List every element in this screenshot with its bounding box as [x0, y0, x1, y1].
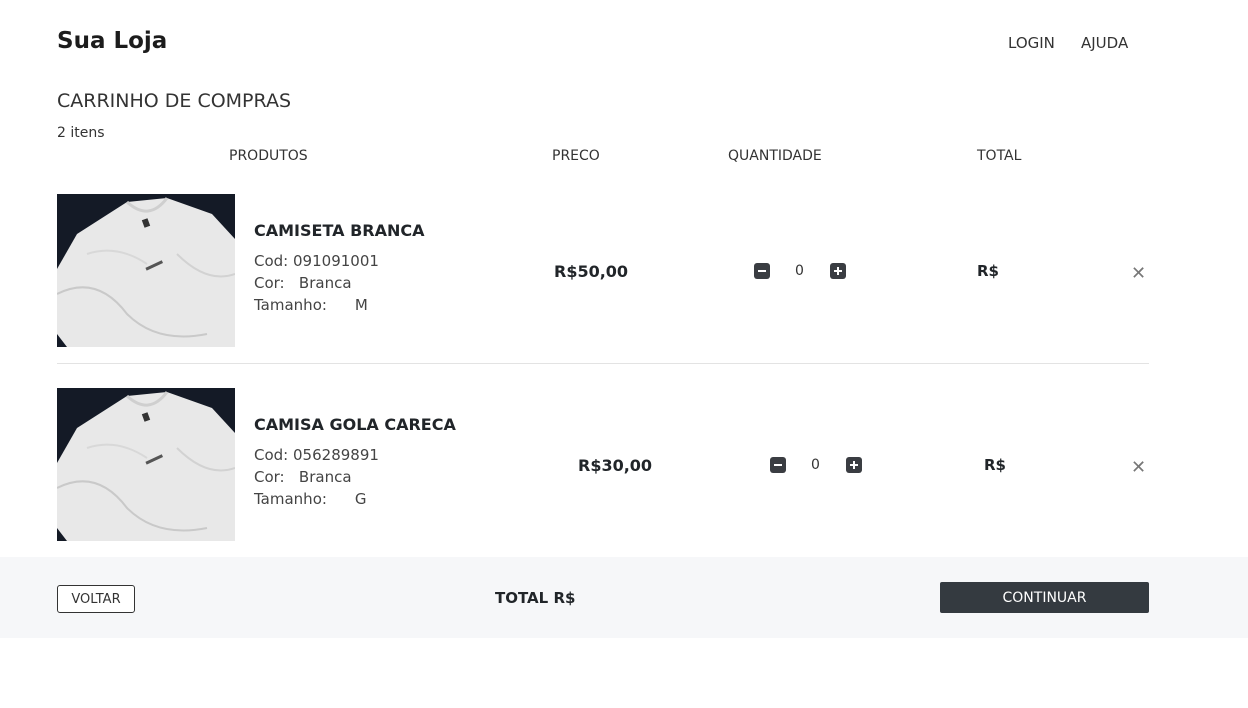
product-details: Cod: 091091001 Cor: Branca Tamanho: M — [254, 252, 379, 314]
brand-logo[interactable]: Sua Loja — [57, 28, 167, 54]
item-total: R$ — [977, 262, 999, 280]
quantity-value: 0 — [811, 457, 820, 473]
cart-total: TOTAL R$ — [495, 589, 576, 607]
product-price: R$30,00 — [578, 456, 653, 475]
column-header-total: TOTAL — [977, 148, 1022, 164]
increment-button[interactable] — [846, 457, 862, 473]
minus-icon — [758, 270, 766, 272]
column-header-quantity: QUANTIDADE — [728, 148, 822, 164]
remove-item-button[interactable]: ✕ — [1131, 263, 1146, 284]
continue-button[interactable]: CONTINUAR — [940, 582, 1149, 613]
product-image — [57, 388, 235, 541]
page-title: CARRINHO DE COMPRAS — [57, 90, 292, 112]
item-count: 2 itens — [57, 125, 105, 141]
product-image — [57, 194, 235, 347]
decrement-button[interactable] — [754, 263, 770, 279]
minus-icon — [774, 464, 782, 466]
remove-item-button[interactable]: ✕ — [1131, 457, 1146, 478]
product-name: CAMISA GOLA CARECA — [254, 415, 456, 434]
column-header-products: PRODUTOS — [229, 148, 308, 164]
product-details: Cod: 056289891 Cor: Branca Tamanho: G — [254, 446, 379, 508]
quantity-value: 0 — [795, 263, 804, 279]
decrement-button[interactable] — [770, 457, 786, 473]
row-divider — [57, 363, 1149, 364]
nav-help-link[interactable]: AJUDA — [1081, 34, 1128, 52]
column-header-price: PRECO — [552, 148, 600, 164]
product-name: CAMISETA BRANCA — [254, 221, 425, 240]
increment-button[interactable] — [830, 263, 846, 279]
back-button[interactable]: VOLTAR — [57, 585, 135, 613]
item-total: R$ — [984, 456, 1006, 474]
product-price: R$50,00 — [554, 262, 629, 281]
nav-login-link[interactable]: LOGIN — [1008, 34, 1055, 52]
